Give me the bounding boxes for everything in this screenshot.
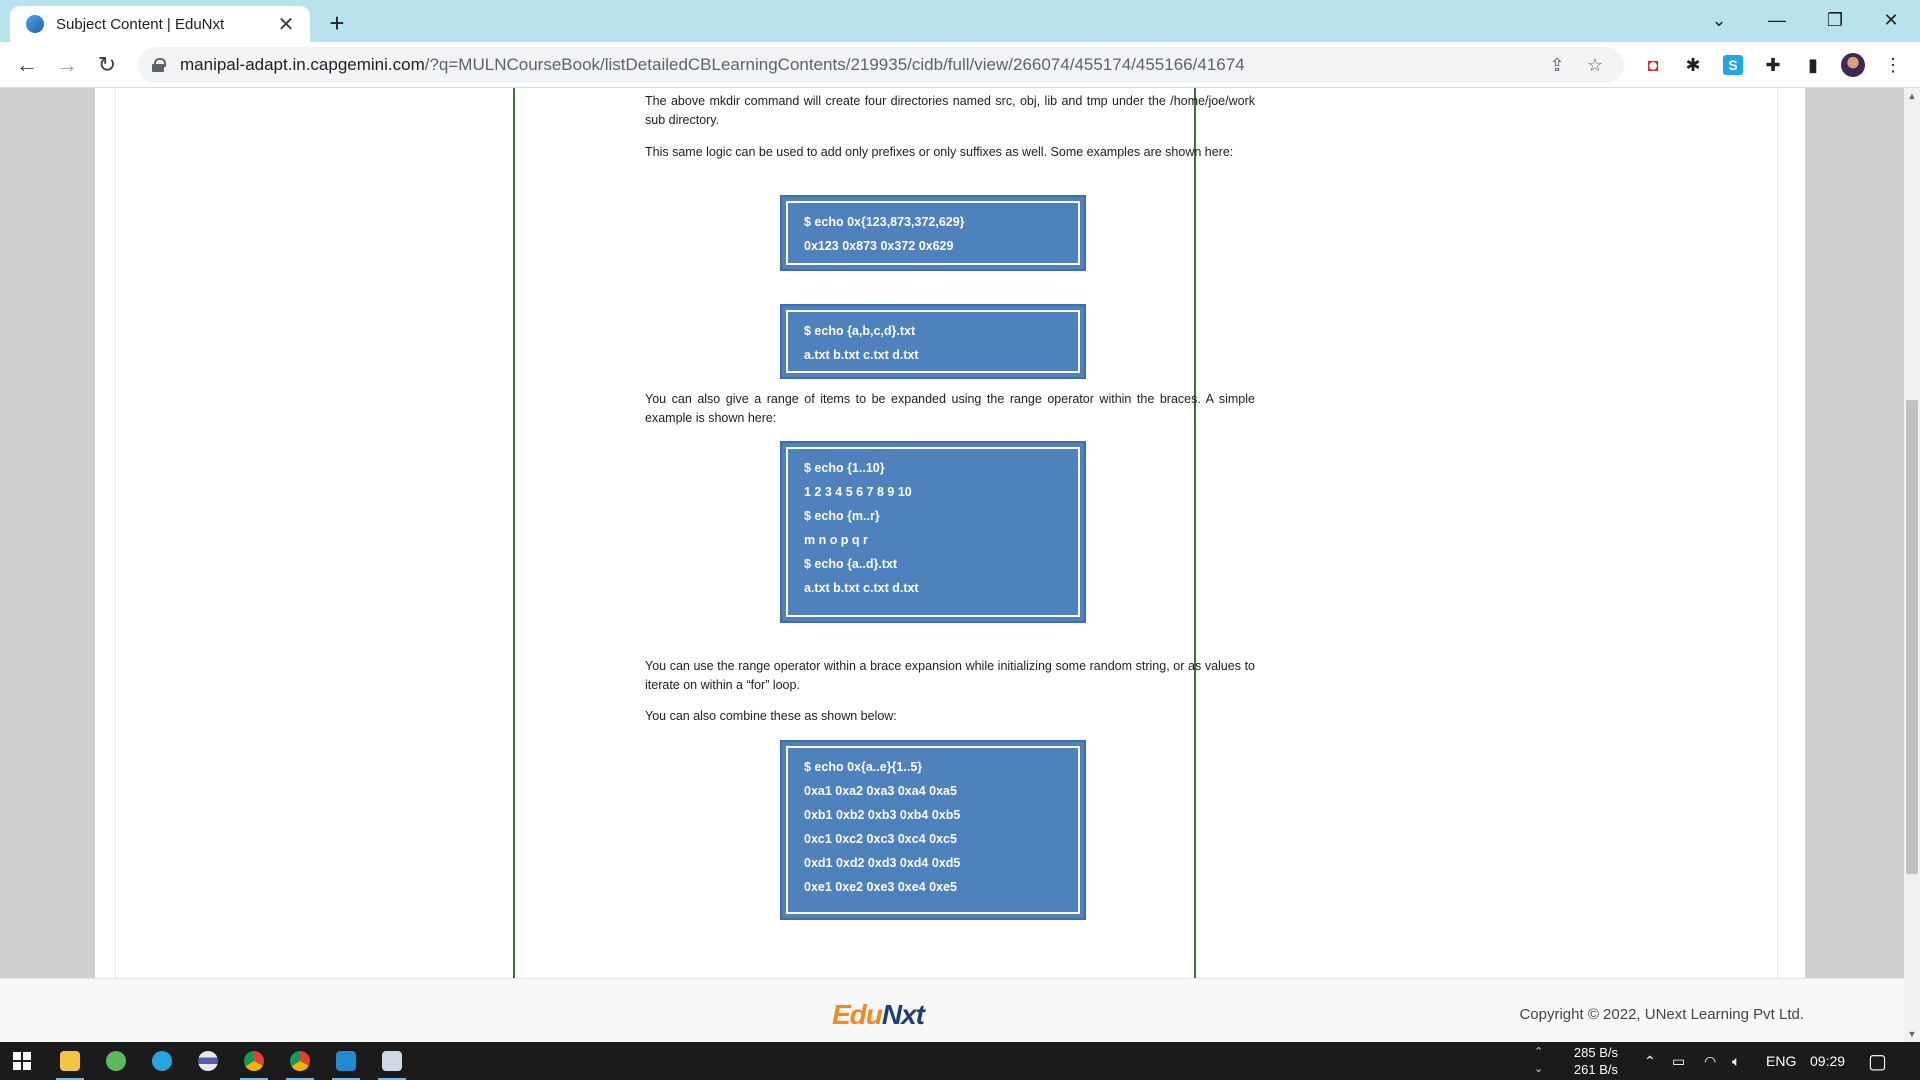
- volume-icon[interactable]: 🔈︎: [1732, 1042, 1740, 1080]
- paragraph-brace-expansion: You can use the range operator within a …: [645, 659, 1255, 692]
- code-line: 0xa1 0xa2 0xa3 0xa4 0xa5: [804, 784, 957, 798]
- battery-icon[interactable]: ▭: [1672, 1042, 1685, 1080]
- code-line: 0x123 0x873 0x372 0x629: [804, 239, 954, 253]
- share-icon[interactable]: ⇪: [1542, 50, 1572, 80]
- tab-title: Subject Content | EduNxt: [56, 15, 225, 33]
- forward-arrow-icon[interactable]: →: [52, 50, 82, 80]
- code-line: 1 2 3 4 5 6 7 8 9 10: [804, 485, 912, 499]
- code-line: a.txt b.txt c.txt d.txt: [804, 348, 919, 362]
- code-line: a.txt b.txt c.txt d.txt: [804, 581, 919, 595]
- window-close-icon[interactable]: ✕: [1862, 0, 1920, 40]
- browser-tab[interactable]: Subject Content | EduNxt ✕: [10, 6, 310, 42]
- windows-start-icon[interactable]: [2, 1046, 42, 1076]
- avatar[interactable]: [1840, 52, 1866, 78]
- page-footer: EduNxt Copyright © 2022, UNext Learning …: [0, 978, 1904, 1042]
- kebab-menu-icon[interactable]: ⋮: [1880, 52, 1906, 78]
- minimize-icon[interactable]: —: [1748, 0, 1806, 40]
- pocket-extension-icon[interactable]: ◘: [1640, 52, 1666, 78]
- notification-icon[interactable]: ▢: [1868, 1042, 1887, 1080]
- reload-icon[interactable]: ↻: [92, 50, 122, 80]
- code-line: $ echo {a..d}.txt: [804, 557, 898, 571]
- code-line: 0xd1 0xd2 0xd3 0xd4 0xd5: [804, 856, 961, 870]
- code-line: $ echo 0x{a..e}{1..5}: [804, 760, 923, 774]
- paragraph-mkdir: The above mkdir command will create four…: [645, 94, 1255, 127]
- wifi-icon[interactable]: ◠: [1704, 1042, 1716, 1080]
- paragraph-combine: You can also combine these as shown belo…: [645, 709, 897, 723]
- puzzle-icon[interactable]: ✚: [1760, 52, 1786, 78]
- page-viewport: The above mkdir command will create four…: [0, 88, 1904, 978]
- new-tab-button[interactable]: +: [322, 8, 352, 38]
- code-block-2: $ echo {a,b,c,d}.txt a.txt b.txt c.txt d…: [780, 304, 1086, 379]
- chrome-icon[interactable]: [234, 1046, 274, 1080]
- edunxt-favicon-icon: [26, 15, 44, 33]
- side-panel-icon[interactable]: ▮: [1800, 52, 1826, 78]
- paragraph-prefix-suffix: This same logic can be used to add only …: [645, 145, 1234, 159]
- chrome-profile-icon[interactable]: [280, 1046, 320, 1080]
- extension-icon[interactable]: ✱: [1680, 52, 1706, 78]
- code-line: $ echo {a,b,c,d}.txt: [804, 324, 916, 338]
- telegram-icon[interactable]: [142, 1046, 182, 1076]
- tab-strip: Subject Content | EduNxt ✕ + ⌄ — ❐ ✕: [0, 0, 1920, 42]
- code-block-1: $ echo 0x{123,873,372,629} 0x123 0x873 0…: [780, 195, 1086, 271]
- app-green-icon[interactable]: [96, 1046, 136, 1076]
- code-line: 0xc1 0xc2 0xc3 0xc4 0xc5: [804, 832, 957, 846]
- chevron-up-icon[interactable]: ⌃: [1644, 1042, 1656, 1080]
- language-indicator[interactable]: ENG: [1766, 1042, 1796, 1080]
- tab-close-icon[interactable]: ✕: [274, 12, 298, 36]
- lock-icon[interactable]: [152, 58, 166, 72]
- code-line: 0xb1 0xb2 0xb3 0xb4 0xb5: [804, 808, 961, 822]
- windows-taskbar: ⌃ ⌄ 285 B/s 261 B/s ⌃ ▭ ◠ 🔈︎ ENG 09:29 ▢: [0, 1042, 1920, 1080]
- star-icon[interactable]: ☆: [1580, 50, 1610, 80]
- scroll-thumb[interactable]: [1906, 400, 1918, 874]
- code-line: $ echo 0x{123,873,372,629}: [804, 215, 965, 229]
- network-arrows-icon: ⌃ ⌄: [1534, 1046, 1544, 1075]
- scroll-down-icon[interactable]: ▼: [1904, 1026, 1920, 1042]
- app-striped-icon[interactable]: [188, 1046, 228, 1076]
- clock[interactable]: 09:29: [1810, 1042, 1845, 1080]
- url-text[interactable]: manipal-adapt.in.capgemini.com/?q=MULNCo…: [180, 55, 1534, 75]
- copyright-text: Copyright © 2022, UNext Learning Pvt Ltd…: [1519, 1006, 1804, 1023]
- code-line: 0xe1 0xe2 0xe3 0xe4 0xe5: [804, 880, 957, 894]
- code-block-3: $ echo {1..10} 1 2 3 4 5 6 7 8 9 10 $ ec…: [780, 441, 1086, 623]
- paragraph-range-operator: You can also give a range of items to be…: [645, 392, 1255, 425]
- tab-search-icon[interactable]: ⌄: [1690, 0, 1748, 40]
- page-scrollbar[interactable]: ▲ ▼: [1904, 88, 1920, 1042]
- file-explorer-icon[interactable]: [50, 1046, 90, 1080]
- edunxt-logo: EduNxt: [832, 999, 925, 1030]
- browser-toolbar: ← → ↻ manipal-adapt.in.capgemini.com/?q=…: [0, 42, 1920, 88]
- back-arrow-icon[interactable]: ←: [12, 50, 42, 80]
- restore-icon[interactable]: ❐: [1806, 0, 1864, 40]
- code-line: $ echo {1..10}: [804, 461, 885, 475]
- scroll-up-icon[interactable]: ▲: [1904, 88, 1920, 104]
- code-line: m n o p q r: [804, 533, 868, 547]
- s-extension-icon[interactable]: S: [1720, 52, 1746, 78]
- photos-icon[interactable]: [372, 1046, 412, 1080]
- code-line: $ echo {m..r}: [804, 509, 880, 523]
- network-speed: 285 B/s 261 B/s: [1573, 1045, 1618, 1077]
- vscode-icon[interactable]: [326, 1046, 366, 1080]
- address-bar[interactable]: manipal-adapt.in.capgemini.com/?q=MULNCo…: [138, 47, 1624, 83]
- code-block-4: $ echo 0x{a..e}{1..5} 0xa1 0xa2 0xa3 0xa…: [780, 740, 1086, 920]
